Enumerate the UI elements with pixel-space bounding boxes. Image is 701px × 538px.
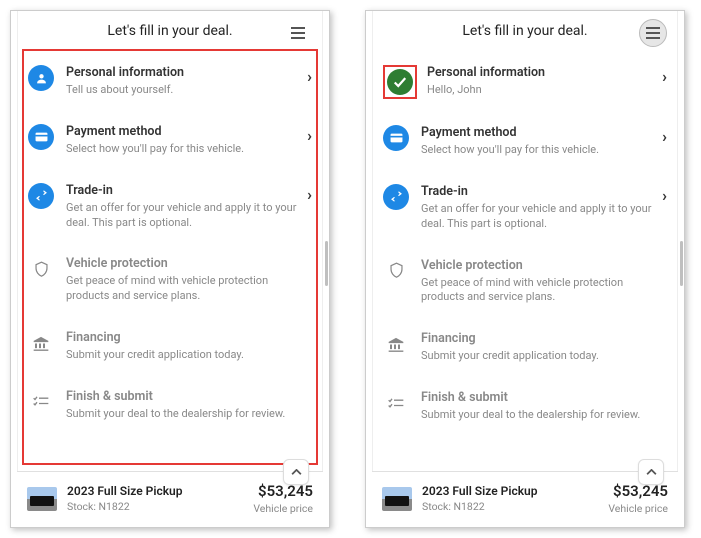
- steps-list: Personal information Hello, John › Payme…: [373, 49, 677, 471]
- step-finish: Finish & submit Submit your deal to the …: [383, 380, 667, 439]
- step-financing: Financing Submit your credit application…: [28, 320, 312, 379]
- vehicle-stock: Stock: N1822: [67, 500, 253, 513]
- card-icon: [28, 124, 54, 150]
- highlight-box: [383, 65, 417, 99]
- step-desc: Submit your deal to the dealership for r…: [66, 407, 312, 422]
- expand-button[interactable]: [283, 459, 309, 485]
- vehicle-name: 2023 Full Size Pickup: [67, 484, 253, 498]
- step-desc: Get an offer for your vehicle and apply …: [421, 202, 656, 232]
- swap-icon: [383, 184, 409, 210]
- step-payment[interactable]: Payment method Select how you'll pay for…: [28, 114, 312, 173]
- step-tradein[interactable]: Trade-in Get an offer for your vehicle a…: [383, 174, 667, 248]
- chevron-right-icon: ›: [307, 126, 312, 145]
- shield-icon: [383, 258, 409, 284]
- check-icon: [387, 69, 413, 95]
- card-icon: [383, 125, 409, 151]
- step-finish: Finish & submit Submit your deal to the …: [28, 379, 312, 438]
- step-title: Trade-in: [421, 184, 656, 199]
- hamburger-icon: [646, 27, 660, 39]
- step-desc: Hello, John: [427, 83, 656, 98]
- vehicle-name: 2023 Full Size Pickup: [422, 484, 608, 498]
- vehicle-footer: 2023 Full Size Pickup Stock: N1822 $53,2…: [372, 471, 678, 527]
- shield-icon: [28, 256, 54, 282]
- vehicle-thumbnail: [27, 487, 57, 511]
- step-title: Personal information: [66, 65, 301, 80]
- scrollbar[interactable]: [325, 241, 328, 286]
- step-protection: Vehicle protection Get peace of mind wit…: [28, 246, 312, 320]
- steps-list: Personal information Tell us about yours…: [18, 49, 322, 471]
- screenshot-right: Let's fill in your deal. Personal inform…: [365, 10, 685, 528]
- chevron-right-icon: ›: [307, 185, 312, 204]
- step-title: Vehicle protection: [421, 258, 667, 273]
- step-desc: Submit your credit application today.: [66, 348, 312, 363]
- screenshot-left: Let's fill in your deal. Personal inform…: [10, 10, 330, 528]
- step-payment[interactable]: Payment method Select how you'll pay for…: [383, 115, 667, 174]
- chevron-right-icon: ›: [662, 127, 667, 146]
- step-personal[interactable]: Personal information Hello, John ›: [383, 55, 667, 115]
- step-protection: Vehicle protection Get peace of mind wit…: [383, 248, 667, 322]
- header: Let's fill in your deal.: [18, 11, 322, 49]
- step-financing: Financing Submit your credit application…: [383, 321, 667, 380]
- step-desc: Tell us about yourself.: [66, 83, 301, 98]
- page-title: Let's fill in your deal.: [462, 23, 587, 39]
- step-tradein[interactable]: Trade-in Get an offer for your vehicle a…: [28, 173, 312, 247]
- page-title: Let's fill in your deal.: [107, 23, 232, 39]
- header: Let's fill in your deal.: [373, 11, 677, 49]
- step-title: Payment method: [66, 124, 301, 139]
- step-desc: Get peace of mind with vehicle protectio…: [66, 274, 312, 304]
- step-title: Finish & submit: [66, 389, 312, 404]
- person-icon: [28, 65, 54, 91]
- step-title: Vehicle protection: [66, 256, 312, 271]
- chevron-right-icon: ›: [307, 67, 312, 86]
- step-title: Financing: [66, 330, 312, 345]
- step-title: Finish & submit: [421, 390, 667, 405]
- checklist-icon: [383, 390, 409, 416]
- vehicle-footer: 2023 Full Size Pickup Stock: N1822 $53,2…: [17, 471, 323, 527]
- menu-button[interactable]: [284, 19, 312, 47]
- step-desc: Select how you'll pay for this vehicle.: [66, 142, 301, 157]
- step-desc: Get peace of mind with vehicle protectio…: [421, 276, 667, 306]
- step-desc: Get an offer for your vehicle and apply …: [66, 201, 301, 231]
- step-desc: Select how you'll pay for this vehicle.: [421, 143, 656, 158]
- vehicle-thumbnail: [382, 487, 412, 511]
- chevron-right-icon: ›: [662, 67, 667, 86]
- step-title: Payment method: [421, 125, 656, 140]
- step-desc: Submit your credit application today.: [421, 349, 667, 364]
- price-label: Vehicle price: [608, 502, 668, 515]
- step-title: Trade-in: [66, 183, 301, 198]
- step-personal[interactable]: Personal information Tell us about yours…: [28, 55, 312, 114]
- step-title: Personal information: [427, 65, 656, 80]
- bank-icon: [28, 330, 54, 356]
- expand-button[interactable]: [638, 459, 664, 485]
- step-title: Financing: [421, 331, 667, 346]
- vehicle-stock: Stock: N1822: [422, 500, 608, 513]
- step-desc: Submit your deal to the dealership for r…: [421, 408, 667, 423]
- bank-icon: [383, 331, 409, 357]
- checklist-icon: [28, 389, 54, 415]
- hamburger-icon: [291, 27, 305, 39]
- swap-icon: [28, 183, 54, 209]
- scrollbar[interactable]: [680, 241, 683, 286]
- menu-button[interactable]: [639, 19, 667, 47]
- chevron-right-icon: ›: [662, 186, 667, 205]
- price-label: Vehicle price: [253, 502, 313, 515]
